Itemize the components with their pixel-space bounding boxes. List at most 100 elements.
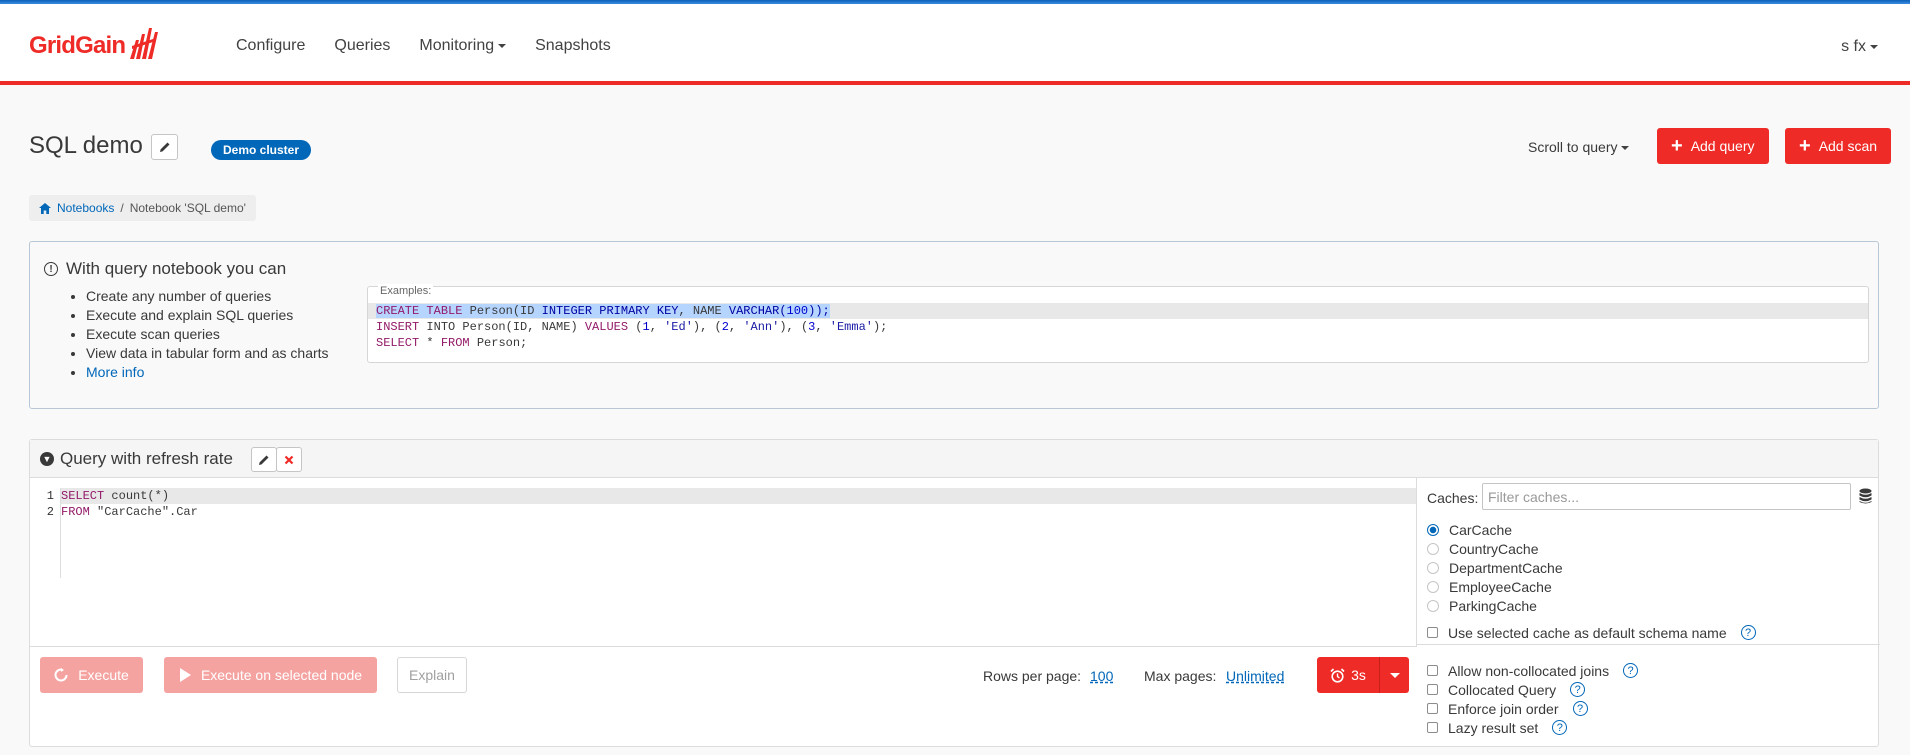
examples-box[interactable]: Examples: CREATE TABLE Person(ID INTEGER…: [367, 284, 1869, 363]
cache-option[interactable]: CountryCache: [1427, 539, 1563, 558]
checkbox-icon: [1427, 684, 1438, 695]
example-line-3: SELECT * FROM Person;: [376, 336, 528, 350]
page-title: SQL demo: [29, 132, 143, 159]
logo-text: GridGain: [29, 32, 126, 59]
nav-configure[interactable]: Configure: [236, 37, 305, 55]
more-info-link[interactable]: More info: [86, 364, 144, 380]
add-scan-button[interactable]: + Add scan: [1785, 128, 1892, 164]
rows-per-page-value[interactable]: 100: [1090, 668, 1113, 684]
breadcrumb: Notebooks / Notebook 'SQL demo': [29, 195, 256, 221]
radio-icon: [1427, 599, 1439, 612]
scroll-to-query-dropdown[interactable]: Scroll to query: [1528, 139, 1630, 155]
option-label: Enforce join order: [1448, 700, 1559, 717]
query-panel: ▼ Query with refresh rate 1 2 SELECT cou…: [29, 439, 1880, 747]
sql-editor[interactable]: 1 2 SELECT count(*) FROM "CarCache".Car: [30, 478, 1417, 646]
pencil-icon: [259, 455, 269, 465]
editor-lines: SELECT count(*) FROM "CarCache".Car: [61, 488, 1416, 520]
breadcrumb-notebooks[interactable]: Notebooks: [57, 201, 114, 215]
collocated-query-checkbox[interactable]: Collocated Query ?: [1427, 680, 1586, 699]
line-number: 1: [46, 489, 54, 503]
query-actions-bar: Execute Execute on selected node Explain…: [30, 646, 1417, 746]
explain-button[interactable]: Explain: [397, 657, 467, 693]
cache-option[interactable]: EmployeeCache: [1427, 577, 1563, 596]
checkbox-icon: [1427, 703, 1438, 714]
breadcrumb-current: Notebook 'SQL demo': [129, 201, 246, 215]
alarm-clock-icon: [1330, 667, 1345, 683]
help-icon[interactable]: ?: [1572, 701, 1588, 716]
cache-filter-input[interactable]: [1482, 483, 1851, 510]
lazy-result-set-checkbox[interactable]: Lazy result set ?: [1427, 718, 1568, 737]
chevron-down-icon: [1621, 146, 1630, 151]
refresh-rate-dropdown[interactable]: [1379, 657, 1409, 693]
list-item: View data in tabular form and as charts: [86, 344, 329, 363]
refresh-rate-button: 3s: [1317, 657, 1409, 693]
user-menu[interactable]: s fx: [1841, 38, 1878, 56]
rename-notebook-button[interactable]: [151, 134, 178, 160]
query-title-text: Query with refresh rate: [60, 449, 233, 468]
chevron-down-icon: [1389, 672, 1400, 678]
cache-option-label: EmployeeCache: [1449, 578, 1552, 595]
cache-list: CarCache CountryCache DepartmentCache Em…: [1427, 520, 1563, 615]
line-number: 2: [46, 505, 54, 519]
divider: [1417, 644, 1880, 645]
nav-monitoring[interactable]: Monitoring: [419, 37, 507, 55]
radio-icon: [1427, 580, 1439, 593]
query-panel-header[interactable]: ▼ Query with refresh rate: [30, 440, 1878, 478]
rows-per-page-label: Rows per page:: [983, 668, 1082, 684]
cluster-badge[interactable]: Demo cluster: [211, 140, 312, 160]
max-pages-value[interactable]: Unlimited: [1226, 668, 1284, 684]
enforce-join-order-checkbox[interactable]: Enforce join order ?: [1427, 699, 1588, 718]
default-schema-label: Use selected cache as default schema nam…: [1448, 624, 1727, 641]
help-icon[interactable]: ?: [1740, 625, 1756, 640]
chevron-down-icon[interactable]: ▼: [40, 452, 54, 466]
list-item-more: More info: [86, 363, 329, 382]
help-icon[interactable]: ?: [1623, 663, 1639, 678]
max-pages-label: Max pages:: [1144, 668, 1217, 684]
execute-selected-label: Execute on selected node: [200, 667, 363, 683]
chevron-down-icon: [1870, 44, 1878, 49]
add-query-label: Add query: [1690, 138, 1755, 154]
option-label: Collocated Query: [1448, 681, 1557, 698]
info-title: ! With query notebook you can: [44, 259, 286, 279]
list-item: Create any number of queries: [86, 287, 329, 306]
non-collocated-joins-checkbox[interactable]: Allow non-collocated joins ?: [1427, 661, 1639, 680]
execute-selected-node-button[interactable]: Execute on selected node: [164, 657, 377, 693]
remove-query-button[interactable]: [276, 447, 302, 472]
plus-icon: +: [1671, 135, 1683, 157]
editor-line-1: SELECT count(*): [61, 488, 1416, 504]
list-item: Execute and explain SQL queries: [86, 306, 329, 325]
option-label: Allow non-collocated joins: [1448, 662, 1610, 679]
nav-queries[interactable]: Queries: [334, 37, 390, 55]
play-icon: [179, 668, 191, 682]
cache-option[interactable]: ParkingCache: [1427, 596, 1563, 615]
default-schema-checkbox[interactable]: Use selected cache as default schema nam…: [1427, 623, 1756, 642]
rename-query-button[interactable]: [251, 447, 277, 472]
add-query-button[interactable]: + Add query: [1657, 128, 1769, 164]
gridgain-logo[interactable]: GridGain: [29, 26, 159, 60]
database-icon[interactable]: [1859, 488, 1872, 504]
checkbox-icon: [1427, 627, 1438, 638]
list-item: Execute scan queries: [86, 325, 329, 344]
radio-icon: [1427, 561, 1439, 574]
close-icon: [284, 455, 294, 464]
query-title: ▼ Query with refresh rate: [40, 449, 233, 469]
checkbox-icon: [1427, 722, 1438, 733]
pencil-icon: [159, 142, 169, 152]
info-title-text: With query notebook you can: [66, 259, 287, 278]
cache-option[interactable]: CarCache: [1427, 520, 1563, 539]
execute-button[interactable]: Execute: [40, 657, 143, 693]
plus-icon: +: [1799, 135, 1811, 157]
help-icon[interactable]: ?: [1570, 682, 1586, 697]
user-name: s fx: [1841, 38, 1866, 55]
nav-snapshots[interactable]: Snapshots: [535, 37, 611, 55]
help-icon[interactable]: ?: [1552, 720, 1568, 735]
cache-option[interactable]: DepartmentCache: [1427, 558, 1563, 577]
caches-label: Caches:: [1427, 490, 1479, 506]
add-scan-label: Add scan: [1818, 138, 1878, 154]
refresh-icon: [54, 668, 68, 682]
example-line-1: CREATE TABLE Person(ID INTEGER PRIMARY K…: [368, 303, 1868, 319]
editor-line-2: FROM "CarCache".Car: [61, 505, 198, 519]
cache-option-label: CountryCache: [1449, 540, 1539, 557]
refresh-rate-main[interactable]: 3s: [1317, 657, 1379, 693]
app-header: GridGain Configure Queries Monitoring Sn…: [0, 4, 1910, 85]
